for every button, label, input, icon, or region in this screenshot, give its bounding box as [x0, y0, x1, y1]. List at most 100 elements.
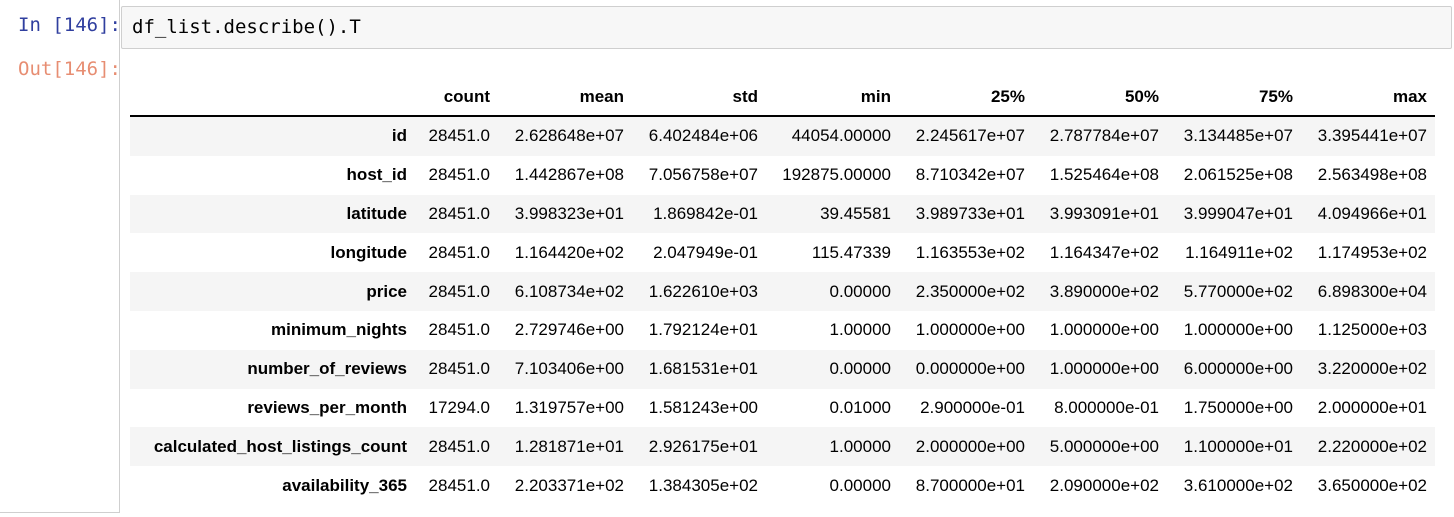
table-cell: 3.134485e+07 [1183, 126, 1293, 146]
table-row: latitude 28451.0 3.998323e+01 1.869842e-01 3… [130, 194, 1435, 234]
input-prompt: In [146]: [18, 14, 121, 36]
code-input-area[interactable]: df_list.describe().T [121, 6, 1452, 49]
table-cell: 1.000000e+00 [915, 320, 1025, 340]
row-index-label: reviews_per_month [247, 397, 407, 417]
row-index-label: longitude [330, 242, 407, 262]
column-header: std [632, 78, 766, 117]
table-cell: 28451.0 [428, 475, 490, 495]
table-cell: 2.220000e+02 [1317, 436, 1427, 456]
table-cell: 1.750000e+00 [1183, 397, 1293, 417]
table-cell: 1.164420e+02 [514, 242, 624, 262]
table-cell: 3.610000e+02 [1183, 475, 1293, 495]
output-area: count mean std min 25% 50% 75% max id 284… [130, 78, 1435, 505]
table-cell: 3.395441e+07 [1317, 126, 1427, 146]
table-cell: 0.00000 [829, 359, 891, 379]
table-cell: 28451.0 [428, 359, 490, 379]
table-cell: 2.729746e+00 [514, 320, 624, 340]
table-cell: 28451.0 [428, 203, 490, 223]
row-index-label: latitude [346, 203, 407, 223]
table-cell: 1.00000 [829, 436, 891, 456]
table-cell: 17294.0 [428, 397, 490, 417]
table-row: calculated_host_listings_count 28451.0 1.2… [130, 427, 1435, 467]
table-cell: 3.650000e+02 [1317, 475, 1427, 495]
table-cell: 6.108734e+02 [514, 281, 624, 301]
table-row: host_id 28451.0 1.442867e+08 7.056758e+07 19… [130, 156, 1435, 195]
table-cell: 115.47339 [811, 242, 891, 262]
table-cell: 28451.0 [428, 281, 490, 301]
row-index-label: host_id [346, 165, 407, 185]
table-cell: 6.402484e+06 [648, 126, 758, 146]
code-text: df_list.describe().T [132, 16, 361, 38]
column-header: min [766, 78, 899, 117]
table-cell: 2.090000e+02 [1049, 475, 1159, 495]
table-cell: 5.000000e+00 [1049, 436, 1159, 456]
row-index-label: minimum_nights [270, 320, 407, 340]
table-row: number_of_reviews 28451.0 7.103406e+00 1.68… [130, 349, 1435, 389]
table-cell: 8.000000e-01 [1054, 397, 1159, 417]
table-cell: 28451.0 [428, 436, 490, 456]
table-cell: 3.999047e+01 [1183, 203, 1293, 223]
table-cell: 1.525464e+08 [1049, 165, 1159, 185]
row-index-label: price [366, 281, 407, 301]
table-cell: 2.900000e-01 [920, 397, 1025, 417]
table-cell: 1.384305e+02 [648, 475, 758, 495]
table-row: reviews_per_month 17294.0 1.319757e+00 1.58… [130, 389, 1435, 428]
table-cell: 28451.0 [428, 320, 490, 340]
table-cell: 5.770000e+02 [1183, 281, 1293, 301]
column-header: 75% [1167, 78, 1301, 117]
table-cell: 39.45581 [820, 203, 891, 223]
row-index-label: calculated_host_listings_count [153, 436, 407, 456]
table-cell: 1.000000e+00 [1183, 320, 1293, 340]
table-cell: 1.174953e+02 [1317, 242, 1427, 262]
table-cell: 1.125000e+03 [1317, 320, 1427, 340]
table-cell: 1.581243e+00 [648, 397, 758, 417]
table-cell: 2.787784e+07 [1049, 126, 1159, 146]
table-cell: 1.100000e+01 [1183, 436, 1293, 456]
table-cell: 2.350000e+02 [915, 281, 1025, 301]
index-header [130, 78, 415, 117]
table-cell: 3.989733e+01 [915, 203, 1025, 223]
table-cell: 1.000000e+00 [1049, 359, 1159, 379]
table-cell: 0.000000e+00 [915, 359, 1025, 379]
table-cell: 2.563498e+08 [1317, 165, 1427, 185]
table-cell: 2.000000e+00 [915, 436, 1025, 456]
table-row: minimum_nights 28451.0 2.729746e+00 1.79212… [130, 311, 1435, 350]
column-header: max [1301, 78, 1435, 117]
table-cell: 44054.00000 [791, 126, 891, 146]
table-cell: 28451.0 [428, 126, 490, 146]
table-cell: 0.01000 [829, 397, 891, 417]
table-cell: 1.622610e+03 [648, 281, 758, 301]
table-cell: 4.094966e+01 [1317, 203, 1427, 223]
table-header-row: count mean std min 25% 50% 75% max [130, 78, 1435, 117]
table-row: price 28451.0 6.108734e+02 1.622610e+03 0.00… [130, 272, 1435, 311]
table-cell: 2.000000e+01 [1317, 397, 1427, 417]
table-cell: 1.319757e+00 [514, 397, 624, 417]
table-cell: 2.061525e+08 [1183, 165, 1293, 185]
table-cell: 1.442867e+08 [514, 165, 624, 185]
table-row: availability_365 28451.0 2.203371e+02 1.384… [130, 466, 1435, 505]
dataframe-table: count mean std min 25% 50% 75% max id 284… [130, 78, 1435, 505]
table-cell: 1.164347e+02 [1049, 242, 1159, 262]
row-index-label: number_of_reviews [247, 359, 407, 379]
table-cell: 7.056758e+07 [648, 165, 758, 185]
table-cell: 3.998323e+01 [514, 203, 624, 223]
column-header: 50% [1033, 78, 1167, 117]
table-cell: 2.047949e-01 [653, 242, 758, 262]
table-cell: 1.000000e+00 [1049, 320, 1159, 340]
table-cell: 1.869842e-01 [653, 203, 758, 223]
table-row: id 28451.0 2.628648e+07 6.402484e+06 44054.0… [130, 116, 1435, 156]
table-cell: 0.00000 [829, 475, 891, 495]
table-cell: 1.792124e+01 [648, 320, 758, 340]
table-cell: 0.00000 [829, 281, 891, 301]
table-cell: 192875.00000 [782, 165, 891, 185]
column-header: count [415, 78, 498, 117]
table-cell: 28451.0 [428, 165, 490, 185]
table-row: longitude 28451.0 1.164420e+02 2.047949e-01… [130, 233, 1435, 272]
table-cell: 7.103406e+00 [514, 359, 624, 379]
table-cell: 1.00000 [829, 320, 891, 340]
table-cell: 3.220000e+02 [1317, 359, 1427, 379]
table-cell: 6.898300e+04 [1317, 281, 1427, 301]
table-cell: 2.203371e+02 [514, 475, 624, 495]
row-index-label: id [391, 126, 407, 146]
output-prompt: Out[146]: [18, 58, 121, 80]
